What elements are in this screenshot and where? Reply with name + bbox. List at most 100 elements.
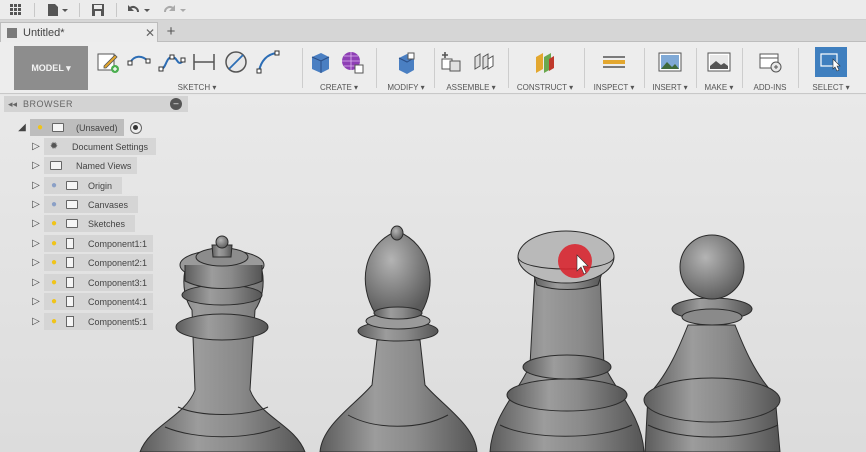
workspace-switcher[interactable]: MODEL ▾ — [14, 46, 88, 90]
sketch-group-label[interactable]: SKETCH ▾ — [92, 83, 302, 92]
collapse-browser-icon[interactable]: ◂◂ — [8, 99, 17, 110]
pawn-piece[interactable] — [643, 234, 781, 452]
3d-print-icon[interactable] — [703, 47, 735, 77]
tree-root-unsaved[interactable]: ◢ ● (Unsaved) — [14, 119, 142, 136]
lightbulb-icon[interactable]: ● — [48, 277, 60, 288]
expand-arrow-icon[interactable]: ▷ — [28, 277, 44, 288]
tree-item-named-views[interactable]: ▷ Named Views — [28, 157, 138, 174]
insert-group-label[interactable]: INSERT ▾ — [646, 83, 694, 92]
bishop-piece[interactable] — [319, 225, 478, 452]
tree-item-label: (Unsaved) — [76, 122, 118, 133]
tree-item-canvases[interactable]: ▷ ● Canvases — [28, 196, 139, 213]
dimension-icon[interactable] — [188, 47, 220, 77]
redo-icon[interactable] — [157, 0, 193, 20]
tree-item-label: Component3:1 — [88, 277, 148, 288]
lightbulb-icon[interactable]: ● — [48, 218, 60, 229]
divider — [376, 48, 377, 88]
expanded-arrow-icon[interactable]: ◢ — [14, 122, 30, 133]
create-sketch-icon[interactable] — [92, 47, 124, 77]
expand-arrow-icon[interactable]: ▷ — [28, 141, 44, 152]
divider — [116, 2, 117, 17]
tree-item-component5[interactable]: ▷ ● Component5:1 — [28, 313, 154, 330]
create-group-label[interactable]: CREATE ▾ — [304, 83, 374, 92]
spline-icon[interactable] — [156, 47, 188, 77]
divider — [742, 48, 743, 88]
file-menu-icon[interactable] — [39, 0, 75, 20]
tree-item-label: Component5:1 — [88, 316, 148, 327]
divider — [434, 48, 435, 88]
folder-icon — [66, 181, 78, 190]
circle-icon[interactable] — [220, 47, 252, 77]
lightbulb-icon[interactable]: ● — [48, 238, 60, 249]
assemble-group: ASSEMBLE ▾ — [436, 46, 506, 92]
component-icon — [66, 316, 74, 327]
joint-icon[interactable] — [468, 47, 500, 77]
inspect-group-label[interactable]: INSPECT ▾ — [586, 83, 642, 92]
expand-arrow-icon[interactable]: ▷ — [28, 238, 44, 249]
folder-icon — [50, 161, 62, 170]
scripts-icon[interactable] — [754, 47, 786, 77]
modify-group-label[interactable]: MODIFY ▾ — [380, 83, 432, 92]
inspect-group: INSPECT ▾ — [586, 46, 642, 92]
make-group-label[interactable]: MAKE ▾ — [698, 83, 740, 92]
king-piece[interactable] — [139, 235, 306, 452]
insert-image-icon[interactable] — [654, 47, 686, 77]
minimize-browser-icon[interactable]: – — [170, 98, 182, 110]
construct-group-label[interactable]: CONSTRUCT ▾ — [510, 83, 580, 92]
offset-plane-icon[interactable] — [529, 47, 561, 77]
lightbulb-icon[interactable]: ● — [48, 199, 60, 210]
component-icon — [66, 257, 74, 268]
app-grid-icon[interactable] — [0, 0, 30, 20]
expand-arrow-icon[interactable]: ▷ — [28, 316, 44, 327]
divider — [34, 2, 35, 17]
close-tab-icon[interactable]: ✕ — [143, 26, 157, 40]
expand-arrow-icon[interactable]: ▷ — [28, 257, 44, 268]
expand-arrow-icon[interactable]: ▷ — [28, 199, 44, 210]
tree-item-label: Named Views — [76, 160, 132, 171]
document-tab[interactable]: Untitled* ✕ — [0, 22, 158, 42]
divider — [696, 48, 697, 88]
form-icon[interactable] — [336, 47, 368, 77]
tree-item-component4[interactable]: ▷ ● Component4:1 — [28, 293, 154, 310]
create-group: CREATE ▾ — [304, 46, 374, 92]
new-component-icon[interactable] — [436, 47, 468, 77]
modify-group: MODIFY ▾ — [380, 46, 432, 92]
expand-arrow-icon[interactable]: ▷ — [28, 160, 44, 171]
lightbulb-icon[interactable]: ● — [48, 296, 60, 307]
measure-icon[interactable] — [598, 47, 630, 77]
divider — [79, 2, 80, 17]
document-cube-icon — [7, 27, 17, 38]
new-tab-button[interactable]: + — [162, 23, 180, 41]
activate-radio-icon[interactable] — [129, 121, 142, 134]
add-ins-group-label[interactable]: ADD-INS — [746, 83, 794, 92]
assemble-group-label[interactable]: ASSEMBLE ▾ — [436, 83, 506, 92]
sketch-group: SKETCH ▾ — [92, 46, 302, 92]
select-group-label[interactable]: SELECT ▾ — [802, 83, 860, 92]
lightbulb-icon[interactable]: ● — [34, 122, 46, 133]
tree-item-document-settings[interactable]: ▷ ✹ Document Settings — [28, 138, 157, 155]
save-icon[interactable] — [84, 0, 112, 20]
expand-arrow-icon[interactable]: ▷ — [28, 180, 44, 191]
lightbulb-icon[interactable]: ● — [48, 180, 60, 191]
undo-icon[interactable] — [121, 0, 157, 20]
line-icon[interactable] — [124, 47, 156, 77]
tree-item-component3[interactable]: ▷ ● Component3:1 — [28, 274, 154, 291]
document-title: Untitled* — [23, 26, 65, 39]
lightbulb-icon[interactable]: ● — [48, 316, 60, 327]
add-ins-group: ADD-INS — [746, 46, 794, 92]
arc-icon[interactable] — [252, 47, 284, 77]
expand-arrow-icon[interactable]: ▷ — [28, 296, 44, 307]
box-icon[interactable] — [304, 47, 336, 77]
divider — [644, 48, 645, 88]
tree-item-component1[interactable]: ▷ ● Component1:1 — [28, 235, 154, 252]
lightbulb-icon[interactable]: ● — [48, 257, 60, 268]
press-pull-icon[interactable] — [390, 47, 422, 77]
tree-item-component2[interactable]: ▷ ● Component2:1 — [28, 254, 154, 271]
insert-group: INSERT ▾ — [646, 46, 694, 92]
tree-item-origin[interactable]: ▷ ● Origin — [28, 177, 123, 194]
tree-item-label: Component1:1 — [88, 238, 148, 249]
expand-arrow-icon[interactable]: ▷ — [28, 218, 44, 229]
browser-panel-header[interactable]: ◂◂ BROWSER – — [4, 96, 188, 112]
select-icon[interactable] — [815, 47, 847, 77]
tree-item-sketches[interactable]: ▷ ● Sketches — [28, 215, 136, 232]
